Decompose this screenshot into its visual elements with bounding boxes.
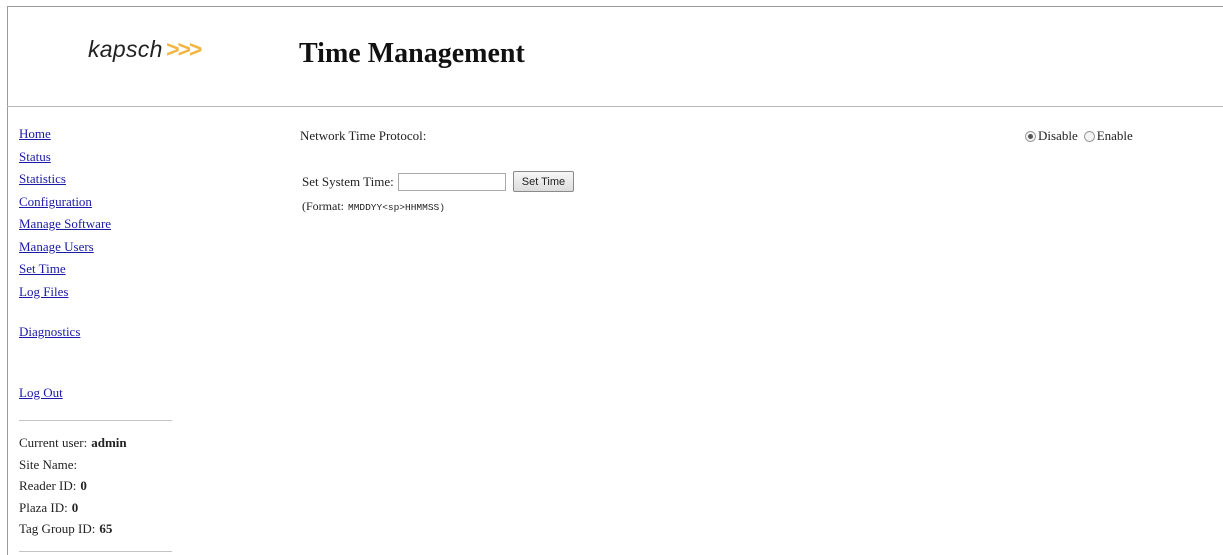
- plaza-id-label: Plaza ID:: [19, 499, 68, 515]
- logo-arrows-icon: >>>: [165, 36, 202, 62]
- ntp-radio-group: Disable Enable: [1025, 128, 1133, 144]
- sidebar-divider-bottom: [19, 551, 172, 552]
- plaza-id-row: Plaza ID: 0: [19, 497, 127, 519]
- time-format-hint: (Format: MMDDYY<sp>HHMMSS): [302, 199, 445, 214]
- logo-text: kapsch: [88, 36, 163, 62]
- nav-link-statistics[interactable]: Statistics: [19, 168, 179, 191]
- reader-id-value: 0: [80, 478, 87, 494]
- sidebar-nav: Home Status Statistics Configuration Man…: [19, 123, 179, 404]
- nav-link-diagnostics[interactable]: Diagnostics: [19, 321, 179, 344]
- plaza-id-value: 0: [71, 499, 79, 515]
- ntp-enable-radio[interactable]: [1083, 130, 1095, 142]
- nav-link-log-out[interactable]: Log Out: [19, 382, 179, 405]
- format-value: MMDDYY<sp>HHMMSS): [348, 202, 445, 213]
- page-frame: [7, 6, 1223, 555]
- header-divider: [7, 106, 1223, 107]
- tag-group-id-row: Tag Group ID: 65: [19, 518, 127, 540]
- set-system-time-row: Set System Time: Set Time: [302, 171, 575, 192]
- current-user-row: Current user: admin: [19, 432, 127, 454]
- current-user-value: admin: [91, 435, 127, 450]
- format-prefix: (Format:: [302, 199, 344, 213]
- nav-link-home[interactable]: Home: [19, 123, 179, 146]
- tag-group-id-label: Tag Group ID:: [19, 521, 96, 537]
- site-name-row: Site Name:: [19, 454, 127, 476]
- ntp-label: Network Time Protocol:: [300, 128, 427, 143]
- nav-link-manage-software[interactable]: Manage Software: [19, 213, 179, 236]
- ntp-enable-label[interactable]: Enable: [1097, 128, 1133, 144]
- nav-link-manage-users[interactable]: Manage Users: [19, 236, 179, 259]
- nav-link-set-time[interactable]: Set Time: [19, 258, 179, 281]
- nav-link-configuration[interactable]: Configuration: [19, 191, 179, 214]
- current-user-label: Current user:: [19, 435, 88, 450]
- ntp-disable-label[interactable]: Disable: [1038, 128, 1078, 144]
- kapsch-logo: kapsch >>>: [88, 36, 202, 63]
- reader-id-label: Reader ID:: [19, 478, 77, 494]
- session-info: Current user: admin Site Name: Reader ID:…: [19, 432, 127, 540]
- nav-link-log-files[interactable]: Log Files: [19, 281, 179, 304]
- sidebar-divider: [19, 420, 172, 421]
- page-title: Time Management: [299, 38, 525, 69]
- site-name-label: Site Name:: [19, 456, 78, 472]
- tag-group-id-value: 65: [99, 521, 113, 537]
- set-system-time-label: Set System Time:: [302, 173, 394, 189]
- system-time-input[interactable]: [397, 172, 506, 191]
- nav-link-status[interactable]: Status: [19, 146, 179, 169]
- ntp-disable-radio[interactable]: [1025, 130, 1036, 142]
- set-time-button[interactable]: Set Time: [512, 171, 575, 192]
- reader-id-row: Reader ID: 0: [19, 475, 127, 497]
